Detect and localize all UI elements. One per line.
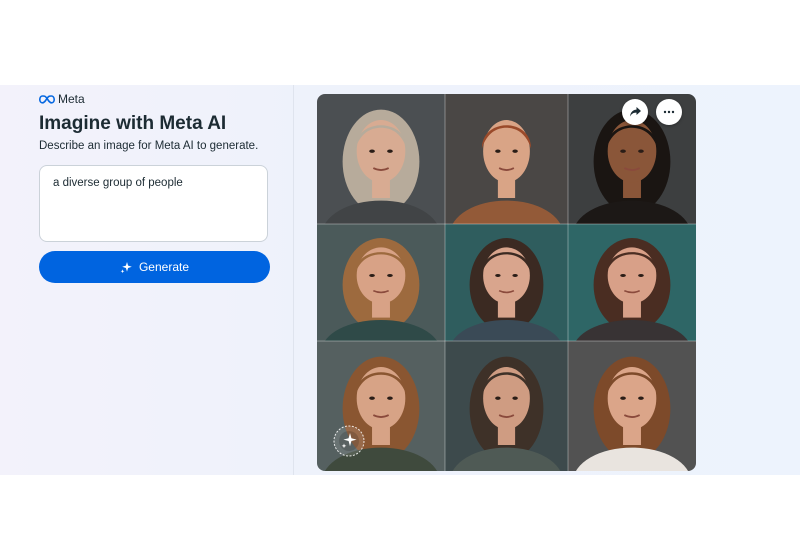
generated-image-1[interactable] [317,94,445,224]
imagine-app: Meta Imagine with Meta AI Describe an im… [0,85,800,475]
share-button[interactable] [622,99,648,125]
portrait-illustration [317,224,445,341]
generated-image-2[interactable] [445,94,568,224]
more-horizontal-icon [663,110,675,114]
generated-image-6[interactable] [568,224,696,341]
sparkle-icon [120,261,132,273]
portrait-illustration [568,341,696,471]
portrait-illustration [317,94,445,224]
generated-image-9[interactable] [568,341,696,471]
generated-image-5[interactable] [445,224,568,341]
portrait-illustration [445,224,568,341]
prompt-input-value: a diverse group of people [53,177,183,189]
more-options-button[interactable] [656,99,682,125]
generated-image-grid [317,94,696,471]
generate-button-label: Generate [138,260,190,274]
generated-image-4[interactable] [317,224,445,341]
meta-infinity-icon [39,94,55,104]
page-title: Imagine with Meta AI [39,113,227,134]
logo-text: Meta [58,92,85,106]
share-arrow-icon [629,107,641,117]
meta-logo[interactable]: Meta [39,92,85,106]
imagined-with-ai-badge-icon [333,425,365,457]
prompt-panel: Meta Imagine with Meta AI Describe an im… [0,85,294,475]
portrait-illustration [568,224,696,341]
page-subtitle: Describe an image for Meta AI to generat… [39,140,259,152]
generated-image-8[interactable] [445,341,568,471]
generate-button[interactable]: Generate [39,251,270,283]
prompt-input[interactable]: a diverse group of people [39,165,268,242]
portrait-illustration [445,341,568,471]
portrait-illustration [445,94,568,224]
